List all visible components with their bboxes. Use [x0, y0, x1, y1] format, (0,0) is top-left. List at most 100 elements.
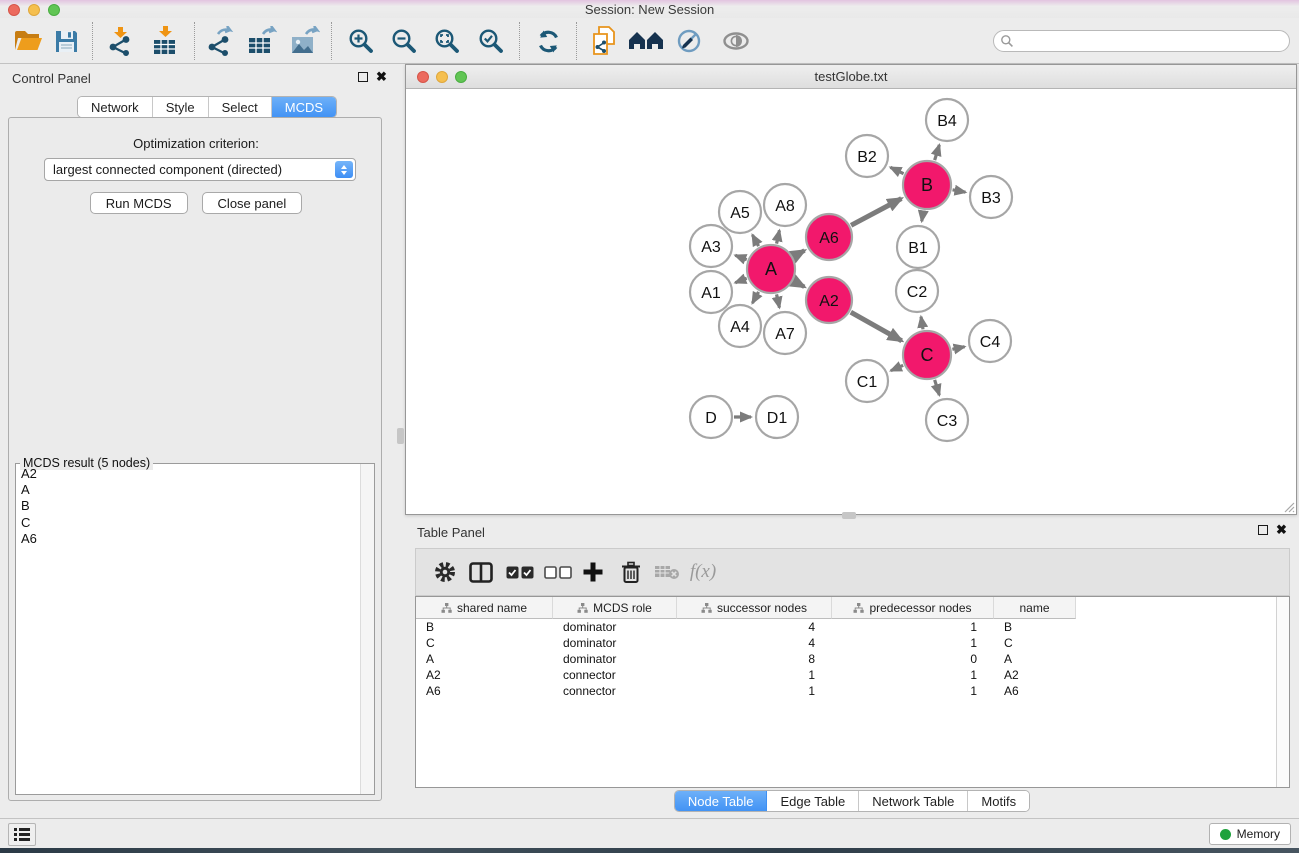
save-session-button[interactable]: [46, 23, 86, 59]
close-table-panel-icon[interactable]: ✖: [1276, 525, 1287, 535]
table-cell[interactable]: B: [416, 620, 553, 634]
zoom-fit-button[interactable]: [427, 23, 467, 59]
column-header-successor-nodes[interactable]: successor nodes: [677, 597, 832, 619]
graph-edge-A-A2[interactable]: [794, 281, 804, 287]
graph-node-C4[interactable]: C4: [969, 320, 1011, 362]
import-network-button[interactable]: [100, 23, 140, 59]
network-canvas[interactable]: AA1A2A3A4A5A6A7A8BB1B2B3B4CC1C2C3C4DD1: [406, 89, 1296, 514]
task-history-button[interactable]: [8, 823, 36, 846]
mcds-result-scrollbar[interactable]: [360, 464, 374, 794]
graph-node-D1[interactable]: D1: [756, 396, 798, 438]
graph-node-A[interactable]: A: [747, 245, 795, 293]
column-header-predecessor-nodes[interactable]: predecessor nodes: [832, 597, 994, 619]
table-cell[interactable]: A2: [416, 668, 553, 682]
graph-node-B2[interactable]: B2: [846, 135, 888, 177]
mcds-result-item[interactable]: B: [17, 498, 359, 514]
graph-edge-A2-C[interactable]: [851, 312, 902, 341]
table-cell[interactable]: A: [416, 652, 553, 666]
table-cell[interactable]: C: [416, 636, 553, 650]
table-cell[interactable]: A2: [994, 668, 1076, 682]
select-all-button[interactable]: [503, 555, 537, 589]
table-cell[interactable]: dominator: [553, 636, 677, 650]
export-image-button[interactable]: [284, 23, 324, 59]
table-row[interactable]: A2connector11A2: [416, 667, 1289, 683]
graph-node-C[interactable]: C: [903, 331, 951, 379]
graph-edge-B-B3[interactable]: [953, 190, 966, 192]
graph-edge-B-B2[interactable]: [890, 167, 903, 173]
refresh-layout-button[interactable]: [528, 23, 568, 59]
tab-mcds[interactable]: MCDS: [272, 97, 336, 118]
function-builder-button[interactable]: f(x): [686, 555, 720, 589]
table-cell[interactable]: 1: [832, 684, 994, 698]
float-table-panel-icon[interactable]: [1258, 525, 1268, 535]
graph-node-A5[interactable]: A5: [719, 191, 761, 233]
graph-edge-B-B4[interactable]: [935, 145, 940, 160]
graph-node-B4[interactable]: B4: [926, 99, 968, 141]
table-cell[interactable]: 1: [832, 620, 994, 634]
window-resize-grip[interactable]: [1281, 499, 1295, 513]
table-settings-button[interactable]: [428, 555, 462, 589]
tab-network[interactable]: Network: [78, 97, 153, 118]
table-cell[interactable]: C: [994, 636, 1076, 650]
table-cell[interactable]: 4: [677, 620, 832, 634]
graph-edge-A-A1[interactable]: [735, 278, 746, 282]
table-row[interactable]: A6connector11A6: [416, 683, 1289, 699]
graph-edge-A-A7[interactable]: [777, 294, 780, 307]
table-row[interactable]: Cdominator41C: [416, 635, 1289, 651]
table-cell[interactable]: 8: [677, 652, 832, 666]
mcds-result-item[interactable]: A2: [17, 466, 359, 482]
table-cell[interactable]: dominator: [553, 620, 677, 634]
graph-edge-A-A8[interactable]: [777, 230, 780, 243]
table-cell[interactable]: 1: [832, 636, 994, 650]
run-mcds-button[interactable]: Run MCDS: [90, 192, 188, 214]
import-table-button[interactable]: [145, 23, 185, 59]
graph-node-A8[interactable]: A8: [764, 184, 806, 226]
graph-edge-A6-B[interactable]: [851, 199, 901, 226]
first-neighbors-button[interactable]: [626, 23, 666, 59]
graph-edge-A-A4[interactable]: [752, 292, 758, 303]
memory-button[interactable]: Memory: [1209, 823, 1291, 845]
hide-graphics-details-button[interactable]: [669, 23, 709, 59]
graph-node-C3[interactable]: C3: [926, 399, 968, 441]
table-cell[interactable]: A6: [416, 684, 553, 698]
table-cell[interactable]: 0: [832, 652, 994, 666]
graph-edge-C-C4[interactable]: [952, 347, 964, 350]
table-cell[interactable]: B: [994, 620, 1076, 634]
deselect-all-button[interactable]: [541, 555, 575, 589]
close-panel-button[interactable]: Close panel: [202, 192, 303, 214]
graph-edge-A-A3[interactable]: [735, 255, 746, 259]
graph-edge-C-C1[interactable]: [891, 365, 903, 370]
zoom-in-button[interactable]: [341, 23, 381, 59]
table-cell[interactable]: A: [994, 652, 1076, 666]
mcds-result-item[interactable]: A6: [17, 531, 359, 547]
mcds-result-item[interactable]: C: [17, 515, 359, 531]
zoom-selected-button[interactable]: [471, 23, 511, 59]
graph-node-B1[interactable]: B1: [897, 226, 939, 268]
graph-node-C2[interactable]: C2: [896, 270, 938, 312]
graph-node-A1[interactable]: A1: [690, 271, 732, 313]
criterion-dropdown[interactable]: largest connected component (directed): [44, 158, 356, 181]
tab-select[interactable]: Select: [209, 97, 272, 118]
close-panel-icon[interactable]: ✖: [376, 72, 387, 82]
table-cell[interactable]: A6: [994, 684, 1076, 698]
mcds-result-item[interactable]: A: [17, 482, 359, 498]
float-panel-icon[interactable]: [358, 72, 368, 82]
graph-edge-A-A5[interactable]: [752, 235, 758, 246]
graph-edge-B-B1[interactable]: [922, 211, 924, 222]
table-tab-node-table[interactable]: Node Table: [675, 791, 768, 812]
horizontal-splitter-handle[interactable]: [842, 512, 856, 519]
table-tab-network-table[interactable]: Network Table: [859, 791, 968, 812]
delete-table-button[interactable]: [650, 555, 684, 589]
vertical-splitter-handle[interactable]: [397, 428, 404, 444]
table-row[interactable]: Bdominator41B: [416, 619, 1289, 635]
table-cell[interactable]: 4: [677, 636, 832, 650]
column-header-shared-name[interactable]: shared name: [416, 597, 553, 619]
table-cell[interactable]: 1: [677, 668, 832, 682]
show-column-button[interactable]: [464, 555, 498, 589]
graph-node-A3[interactable]: A3: [690, 225, 732, 267]
table-cell[interactable]: connector: [553, 684, 677, 698]
graph-node-A7[interactable]: A7: [764, 312, 806, 354]
column-header-name[interactable]: name: [994, 597, 1076, 619]
delete-columns-button[interactable]: [614, 555, 648, 589]
zoom-out-button[interactable]: [384, 23, 424, 59]
